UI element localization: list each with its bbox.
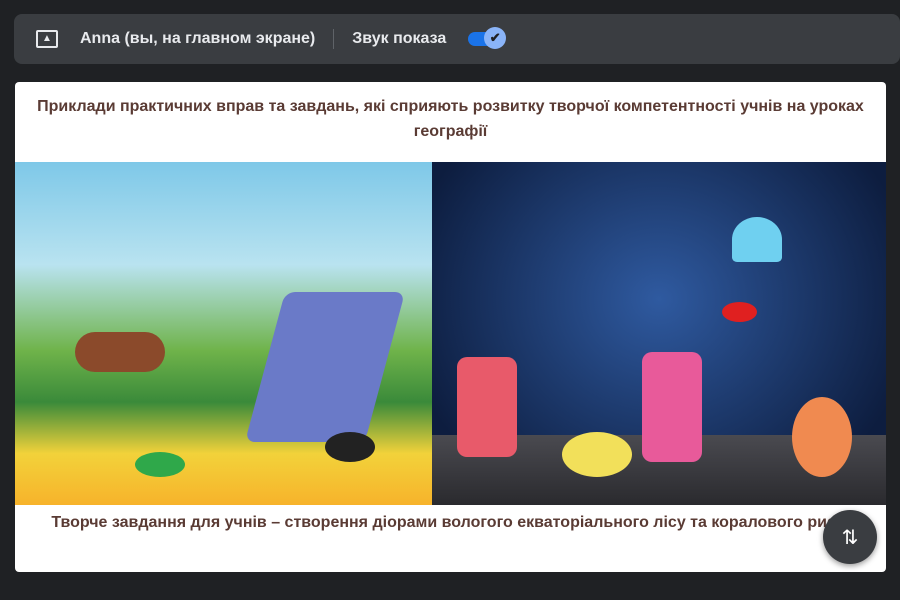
shared-slide: Приклади практичних вправ та завдань, як…: [15, 82, 886, 572]
present-screen-icon: ▲: [36, 30, 58, 48]
swap-layout-button[interactable]: ⇅: [823, 510, 877, 564]
rainforest-diorama-image: [15, 162, 432, 505]
check-icon: ✔: [484, 27, 507, 49]
presentation-bar: ▲ Anna (вы, на главном экране) Звук пока…: [14, 14, 900, 64]
sound-toggle[interactable]: ✔: [468, 27, 507, 49]
sound-label: Звук показа: [352, 30, 447, 47]
divider: [333, 29, 335, 49]
swap-arrows-icon: ⇅: [841, 526, 859, 549]
slide-title: Приклади практичних вправ та завдань, як…: [37, 98, 864, 140]
slide-caption: Творче завдання для учнів – створення ді…: [51, 514, 850, 531]
coral-reef-diorama-image: [432, 162, 886, 505]
presenter-label: Anna (вы, на главном экране): [80, 30, 316, 47]
